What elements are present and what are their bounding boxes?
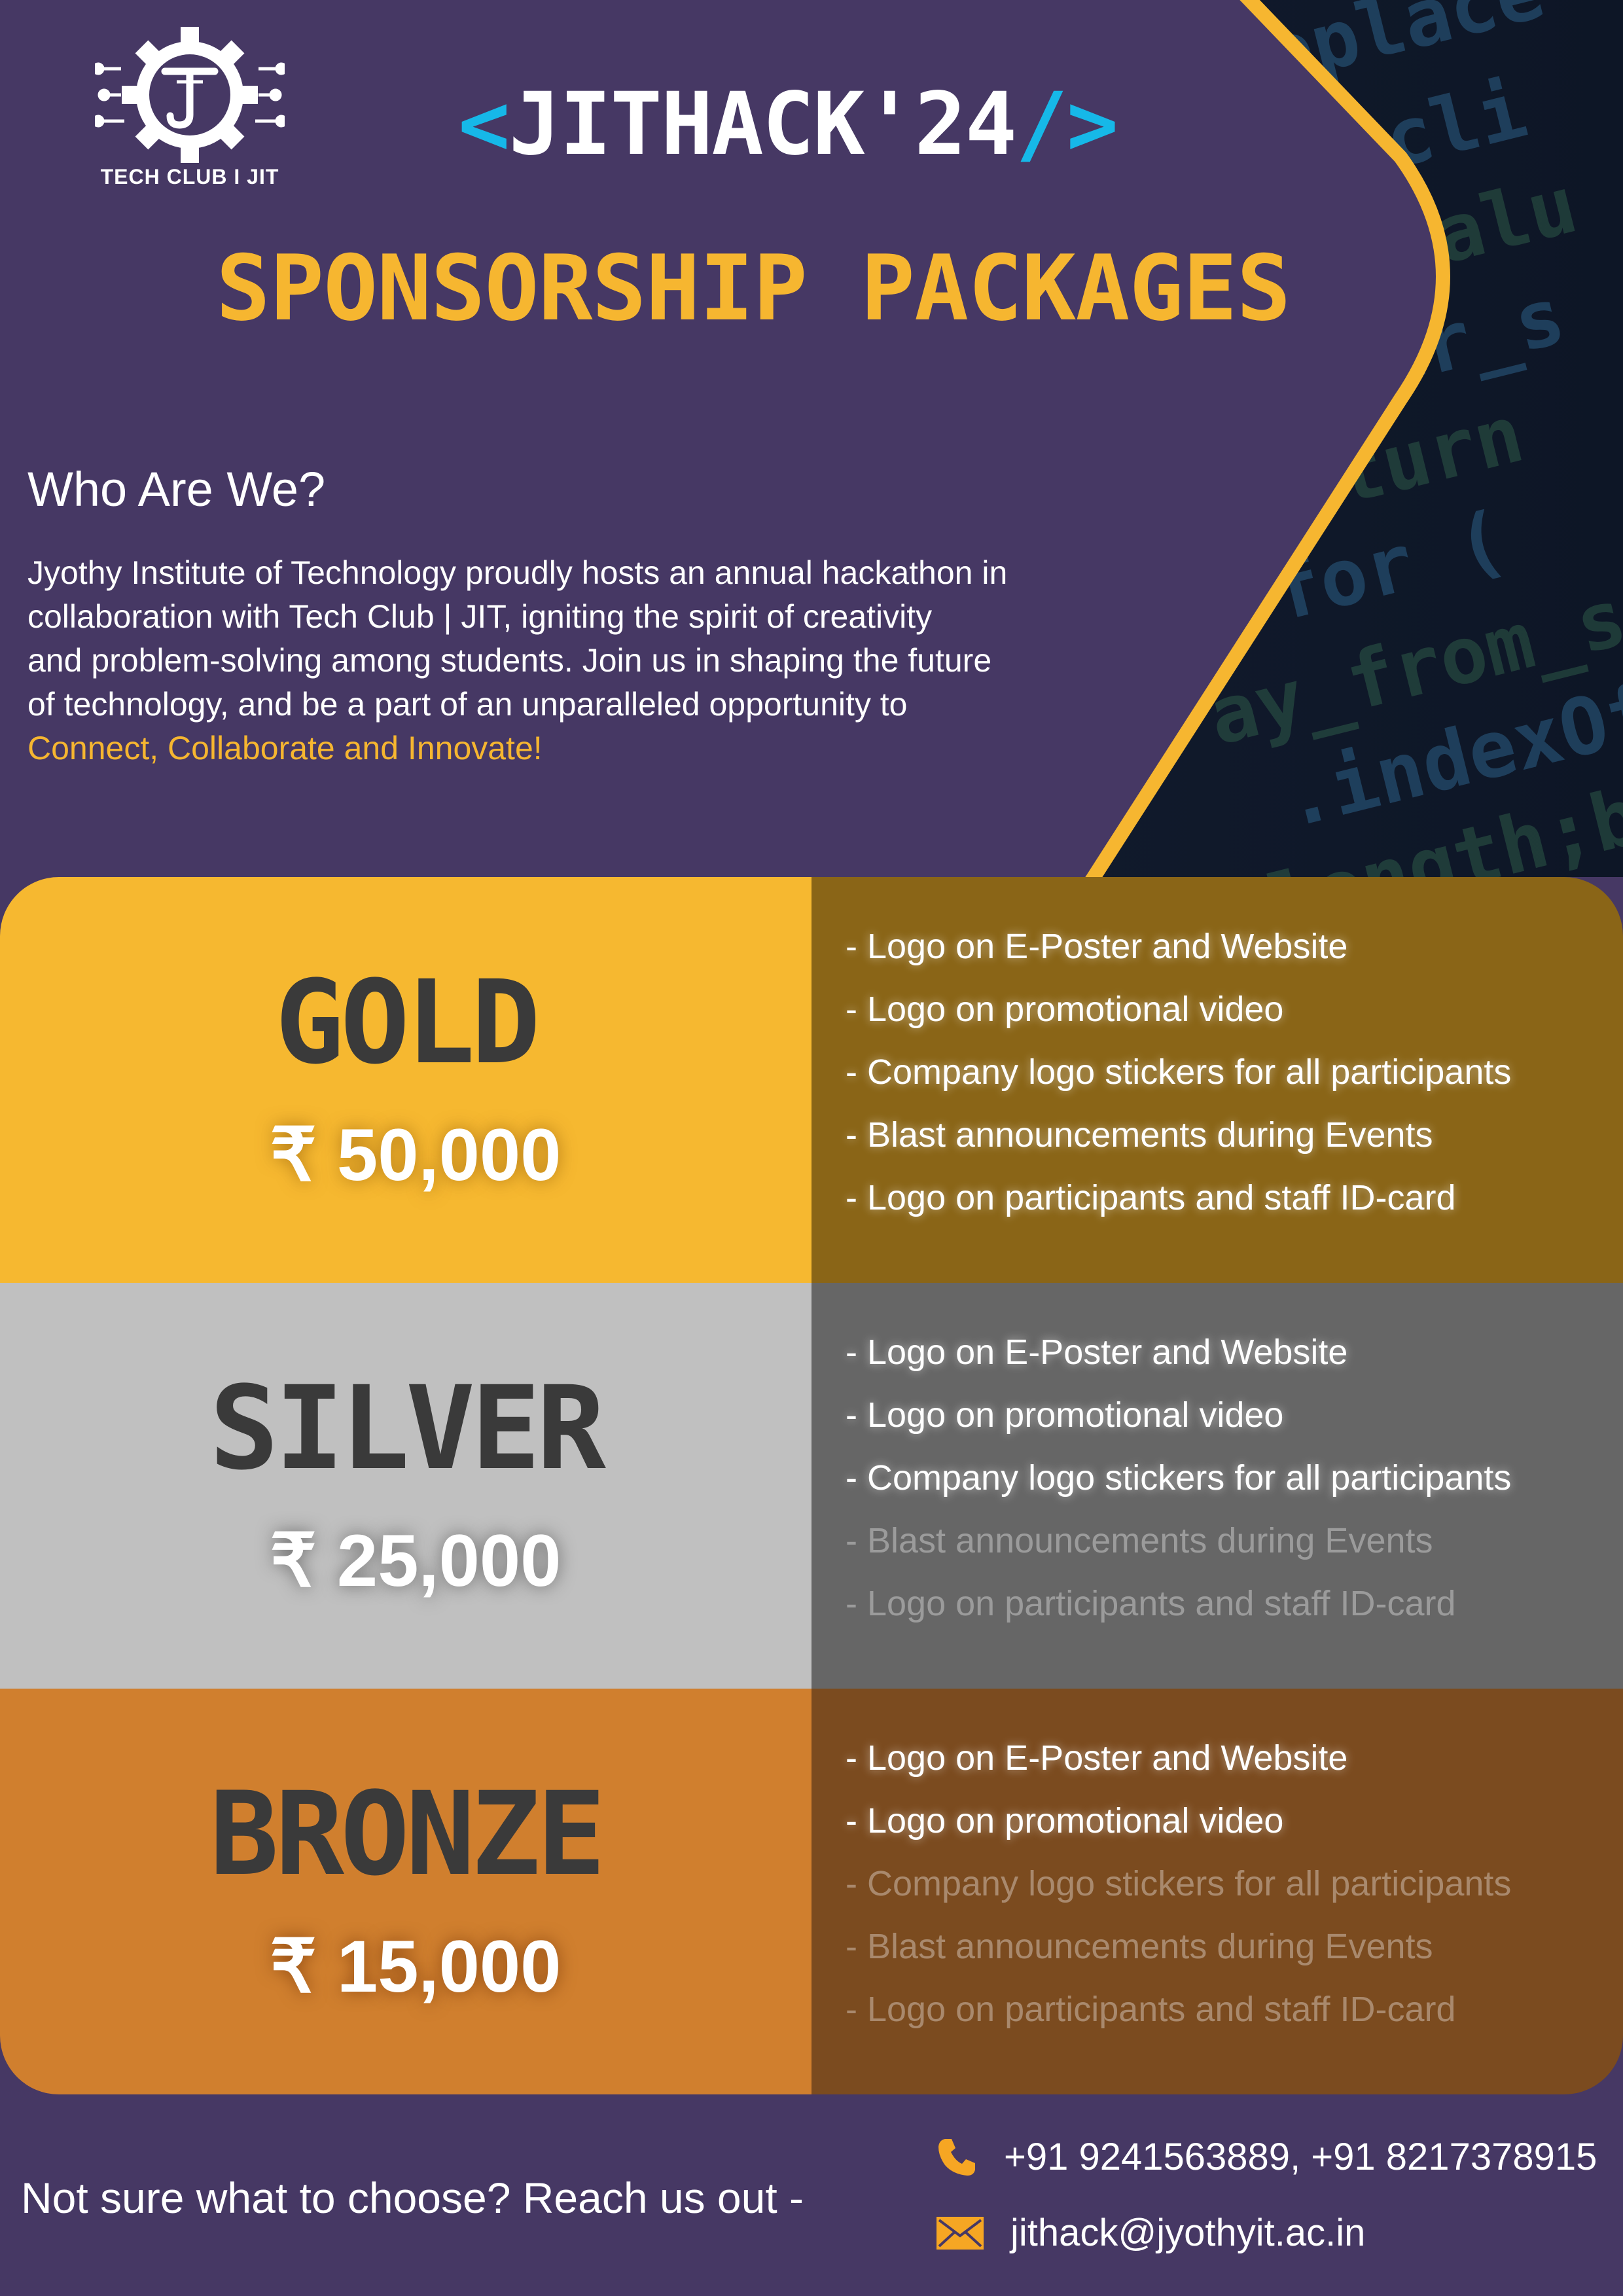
email-address[interactable]: jithack@jyothyit.ac.in (1010, 2211, 1365, 2255)
tier-name: BRONZE (209, 1767, 606, 1901)
tier-silver: SILVER ₹ 25,000 - Logo on E-Poster and W… (0, 1283, 1623, 1689)
tier-silver-summary: SILVER ₹ 25,000 (0, 1283, 812, 1689)
about-heading: Who Are We? (27, 462, 326, 516)
tier-gold: GOLD ₹ 50,000 - Logo on E-Poster and Web… (0, 877, 1623, 1283)
benefit-item: - Blast announcements during Events (846, 1521, 1433, 1560)
tier-bronze-benefits: - Logo on E-Poster and Website - Logo on… (812, 1689, 1623, 2094)
benefit-list: - Logo on E-Poster and Website - Logo on… (846, 1727, 1511, 2041)
tier-price: ₹ 15,000 (270, 1926, 562, 2007)
tier-name: SILVER (209, 1361, 606, 1496)
envelope-icon (936, 2216, 984, 2250)
benefit-list: - Logo on E-Poster and Website - Logo on… (846, 1321, 1511, 1635)
phone-icon (938, 2138, 975, 2176)
about-line: and problem-solving among students. Join… (27, 642, 992, 679)
sponsorship-poster: a.replace ice().cli (0)).valu istener_s … (0, 0, 1623, 2296)
benefit-item: - Logo on promotional video (846, 1395, 1284, 1435)
benefit-item: - Blast announcements during Events (846, 1115, 1433, 1155)
benefit-item: - Company logo stickers for all particip… (846, 1052, 1512, 1092)
benefit-item: - Logo on promotional video (846, 990, 1284, 1029)
gear-circuit-logo-icon (95, 27, 285, 163)
about-body: Jyothy Institute of Technology proudly h… (27, 551, 1219, 770)
benefit-item: - Logo on participants and staff ID-card (846, 1990, 1456, 2029)
benefit-item: - Logo on E-Poster and Website (846, 927, 1348, 966)
about-line: collaboration with Tech Club | JIT, igni… (27, 598, 933, 635)
tier-gold-summary: GOLD ₹ 50,000 (0, 877, 812, 1283)
benefit-item: - Company logo stickers for all particip… (846, 1864, 1512, 1903)
tier-price: ₹ 50,000 (270, 1114, 562, 1196)
tier-bronze-summary: BRONZE ₹ 15,000 (0, 1689, 812, 2094)
about-highlight: Connect, Collaborate and Innovate! (27, 730, 543, 766)
close-bracket: /> (1016, 74, 1118, 175)
about-line: Jyothy Institute of Technology proudly h… (27, 554, 1008, 591)
event-name: JITHACK'24 (508, 74, 1017, 175)
phone-contact[interactable]: +91 9241563889, +91 8217378915 (936, 2135, 1597, 2179)
benefit-item: - Logo on participants and staff ID-card (846, 1178, 1456, 1217)
tier-name: GOLD (275, 956, 541, 1090)
page-title: SPONSORSHIP PACKAGES (216, 236, 1291, 341)
event-title: < JITHACK'24 /> (458, 74, 1118, 175)
benefit-item: - Blast announcements during Events (846, 1927, 1433, 1966)
open-bracket: < (458, 74, 510, 175)
benefit-item: - Logo on E-Poster and Website (846, 1333, 1348, 1372)
benefit-list: - Logo on E-Poster and Website - Logo on… (846, 915, 1511, 1229)
benefit-item: - Logo on promotional video (846, 1801, 1284, 1840)
tier-bronze: BRONZE ₹ 15,000 - Logo on E-Poster and W… (0, 1689, 1623, 2094)
tier-silver-benefits: - Logo on E-Poster and Website - Logo on… (812, 1283, 1623, 1689)
tier-price: ₹ 25,000 (270, 1520, 562, 1602)
tier-gold-benefits: - Logo on E-Poster and Website - Logo on… (812, 877, 1623, 1283)
phone-numbers[interactable]: +91 9241563889, +91 8217378915 (1004, 2135, 1597, 2179)
benefit-item: - Company logo stickers for all particip… (846, 1458, 1512, 1498)
logo-text: TECH CLUB I JIT (100, 165, 279, 188)
tech-club-logo: TECH CLUB I JIT (88, 26, 291, 188)
email-contact[interactable]: jithack@jyothyit.ac.in (936, 2211, 1365, 2255)
benefit-item: - Logo on E-Poster and Website (846, 1738, 1348, 1778)
benefit-item: - Logo on participants and staff ID-card (846, 1584, 1456, 1623)
about-line: of technology, and be a part of an unpar… (27, 686, 908, 723)
contact-prompt: Not sure what to choose? Reach us out - (21, 2174, 804, 2222)
